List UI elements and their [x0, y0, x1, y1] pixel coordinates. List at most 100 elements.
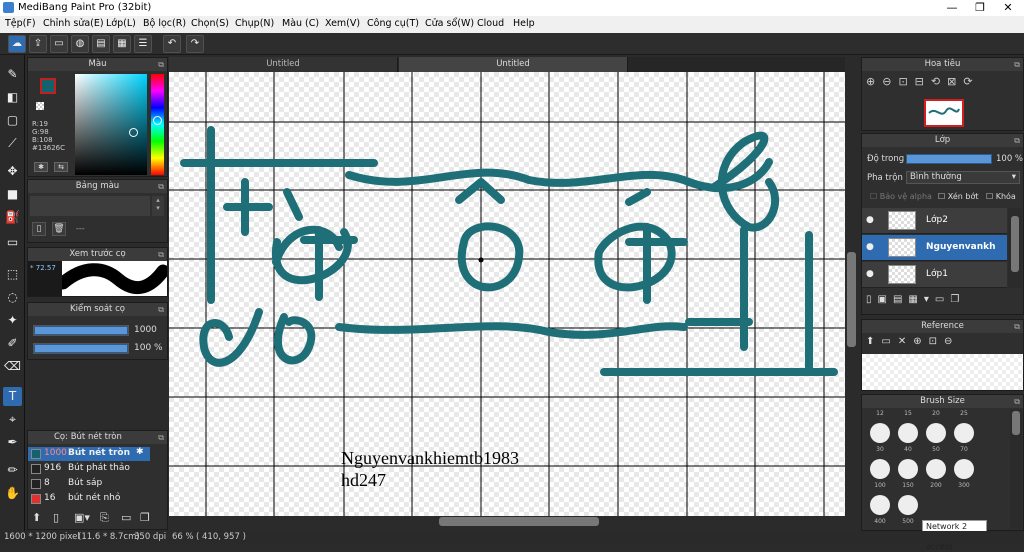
pen-tool-icon[interactable]: ✏	[3, 461, 22, 480]
horizontal-scroll-thumb[interactable]	[439, 517, 599, 526]
line-tool-icon[interactable]: ⟋	[3, 134, 22, 153]
menu-layer[interactable]: Lớp(L)	[106, 18, 136, 29]
brush-menu-icon[interactable]: ▣▾	[74, 511, 94, 526]
brush-size-option[interactable]	[870, 495, 890, 515]
tab-untitled-2[interactable]: Untitled	[399, 57, 628, 72]
rotate-icon[interactable]: ⟲	[931, 75, 947, 88]
eye-icon[interactable]: ●	[866, 215, 874, 225]
menu-capture[interactable]: Chụp(N)	[235, 18, 274, 29]
add-layer-menu-icon[interactable]: ▦▾	[908, 294, 934, 305]
brush-item[interactable]: 916 Bút phát thảo	[28, 462, 150, 476]
hand-tool-icon[interactable]: ✋	[3, 484, 22, 503]
brush-size-option[interactable]	[898, 495, 918, 515]
eyedropper-tool-icon[interactable]: ✒	[3, 433, 22, 452]
document-icon[interactable]: ▤	[92, 35, 110, 53]
brush-size-option[interactable]	[870, 459, 890, 479]
grid-icon[interactable]: ▦	[113, 35, 131, 53]
zoom-in-icon[interactable]: ⊕	[866, 75, 882, 88]
menu-filter[interactable]: Bộ lọc(R)	[143, 18, 186, 29]
tab-untitled-1[interactable]: Untitled	[169, 57, 398, 72]
hue-handle[interactable]	[153, 116, 162, 125]
reference-fit-icon[interactable]: ⊡	[929, 336, 944, 347]
brush-size-option[interactable]	[954, 459, 974, 479]
layer-row[interactable]: ● Lớp1	[862, 262, 1007, 288]
horizontal-scrollbar[interactable]	[169, 516, 845, 528]
brush-opacity-slider[interactable]	[33, 343, 129, 354]
color-mode-button[interactable]: ✱	[34, 162, 48, 172]
menu-cloud[interactable]: Cloud	[477, 18, 504, 29]
zoom-out-icon[interactable]: ⊖	[882, 75, 898, 88]
undo-icon[interactable]: ↶	[163, 35, 181, 53]
cloud-icon[interactable]: ☁	[8, 35, 26, 53]
menu-window[interactable]: Cửa sổ(W)	[425, 18, 474, 29]
layer-opacity-value[interactable]: 100 %	[996, 154, 1023, 164]
expand-icon[interactable]: ⧉	[1014, 58, 1020, 71]
color-picker-handle[interactable]	[129, 128, 138, 137]
color-swap-button[interactable]: ⇆	[54, 162, 68, 172]
expand-icon[interactable]: ⧉	[158, 248, 164, 261]
lock-checkbox[interactable]: ☐ Khóa	[986, 192, 1016, 201]
reference-upload-icon[interactable]: ⬆	[866, 336, 881, 347]
expand-icon[interactable]: ⧉	[158, 431, 164, 444]
primary-color-swatch[interactable]	[40, 78, 56, 94]
eye-icon[interactable]: ●	[866, 242, 874, 252]
brush-opacity-value[interactable]: 100 %	[134, 343, 163, 353]
vertical-scroll-thumb[interactable]	[847, 252, 856, 347]
menu-help[interactable]: Help	[513, 18, 535, 29]
bucket-tool-icon[interactable]: ⛽	[3, 208, 22, 227]
layer-row[interactable]: ● Lớp2	[862, 208, 1007, 234]
brush-size-value[interactable]: 1000	[134, 325, 157, 335]
brush-size-slider[interactable]	[33, 325, 129, 336]
menu-select[interactable]: Chọn(S)	[191, 18, 229, 29]
gradient-tool-icon[interactable]: ▭	[3, 233, 22, 252]
flip-icon[interactable]: ⊠	[947, 75, 963, 88]
close-button[interactable]: ✕	[994, 0, 1022, 16]
brush-size-option[interactable]	[898, 459, 918, 479]
redo-icon[interactable]: ↷	[186, 35, 204, 53]
layer-folder-icon[interactable]: ▭	[935, 294, 950, 305]
menu-color[interactable]: Màu (C)	[282, 18, 319, 29]
duplicate-layer-icon[interactable]: ❐	[950, 294, 965, 305]
clip-checkbox[interactable]: ☐ Xén bớt	[938, 192, 978, 201]
balloon-tool-icon[interactable]: ⌖	[3, 410, 22, 429]
reset-icon[interactable]: ⟳	[963, 75, 979, 88]
expand-icon[interactable]: ⧉	[158, 180, 164, 193]
menu-file[interactable]: Tệp(F)	[5, 18, 36, 29]
hue-slider[interactable]	[151, 74, 164, 175]
brush-item[interactable]: 16 bút nét nhỏ	[28, 492, 150, 506]
brush-size-option[interactable]	[870, 423, 890, 443]
brush-tool-icon[interactable]: ✎	[3, 65, 22, 84]
list-icon[interactable]: ☰	[134, 35, 152, 53]
rectangle-tool-icon[interactable]: ▢	[3, 111, 22, 130]
select-rect-icon[interactable]: ⬚	[3, 265, 22, 284]
gear-icon[interactable]: ✱	[136, 447, 144, 457]
brush-new-icon[interactable]: ▯	[53, 511, 68, 526]
brush-size-option[interactable]	[926, 423, 946, 443]
brush-item[interactable]: 1000 Bút nét tròn ✱	[28, 447, 150, 461]
minimize-button[interactable]: —	[938, 0, 966, 16]
reference-canvas[interactable]	[862, 354, 1023, 390]
brush-size-option[interactable]	[926, 459, 946, 479]
expand-icon[interactable]: ⧉	[158, 303, 164, 316]
reference-close-icon[interactable]: ✕	[898, 336, 913, 347]
brush-item[interactable]: 8 Bút sáp	[28, 477, 150, 491]
expand-icon[interactable]: ⧉	[1014, 395, 1020, 408]
fill-rect-tool-icon[interactable]: ■	[3, 185, 22, 204]
actual-size-icon[interactable]: ⊟	[915, 75, 931, 88]
blend-select[interactable]: Bình thường ▾	[906, 171, 1020, 184]
lasso-tool-icon[interactable]: ◌	[3, 288, 22, 307]
reference-zoom-in-icon[interactable]: ⊕	[913, 336, 928, 347]
layer-row[interactable]: ● Nguyenvankh	[862, 235, 1007, 261]
share-icon[interactable]: ◍	[71, 35, 89, 53]
new-layer-icon[interactable]: ▯	[866, 294, 878, 305]
canvas[interactable]: Nguyenvankhiemtb1983 hd247	[169, 72, 845, 516]
layer-opacity-slider[interactable]	[906, 154, 992, 164]
brush-size-option[interactable]	[898, 423, 918, 443]
brush-folder-icon[interactable]: ▭	[121, 511, 136, 526]
eraser-tool-icon[interactable]: ◧	[3, 88, 22, 107]
select-eraser-icon[interactable]: ⌫	[3, 357, 22, 376]
fit-icon[interactable]: ⊡	[898, 75, 914, 88]
text-tool-icon[interactable]: T	[3, 387, 22, 406]
eye-icon[interactable]: ●	[866, 269, 874, 279]
vertical-scrollbar[interactable]	[845, 57, 858, 528]
